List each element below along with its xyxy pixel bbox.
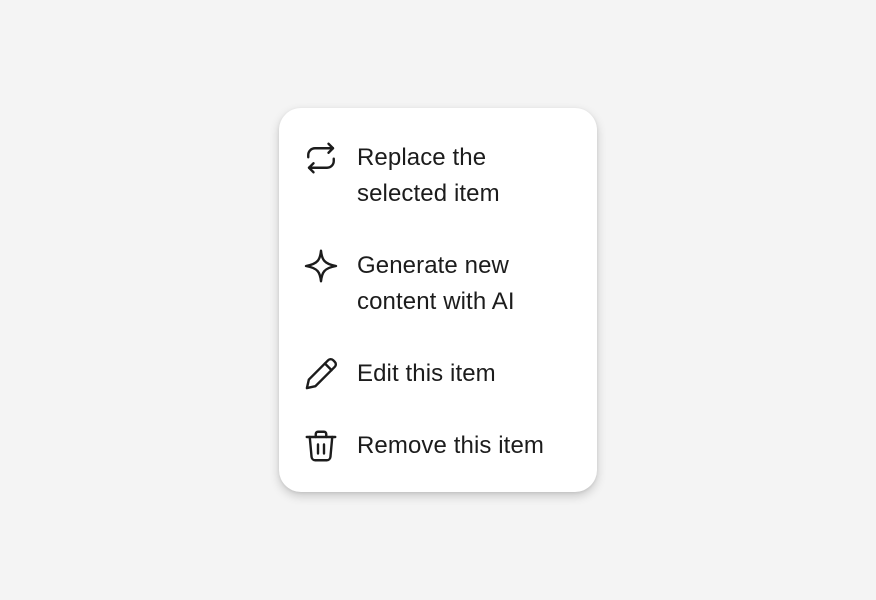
label-line-1: Generate new — [357, 252, 509, 279]
menu-item-label: Generate new content with AI — [357, 248, 515, 320]
trash-icon — [303, 428, 339, 464]
sparkle-icon — [303, 248, 339, 284]
menu-item-generate[interactable]: Generate new content with AI — [303, 248, 573, 320]
label-line-2: content with AI — [357, 288, 515, 315]
menu-item-label: Edit this item — [357, 360, 496, 387]
menu-item-edit[interactable]: Edit this item — [303, 356, 573, 392]
menu-item-replace[interactable]: Replace the selected item — [303, 140, 573, 212]
menu-item-remove[interactable]: Remove this item — [303, 428, 573, 464]
label-line-2: selected item — [357, 180, 500, 207]
label-line-1: Replace the — [357, 144, 487, 171]
context-menu: Replace the selected item Generate new con… — [279, 108, 597, 492]
repeat-icon — [303, 140, 339, 176]
pencil-icon — [303, 356, 339, 392]
menu-item-label: Replace the selected item — [357, 140, 500, 212]
menu-item-label: Remove this item — [357, 432, 544, 459]
